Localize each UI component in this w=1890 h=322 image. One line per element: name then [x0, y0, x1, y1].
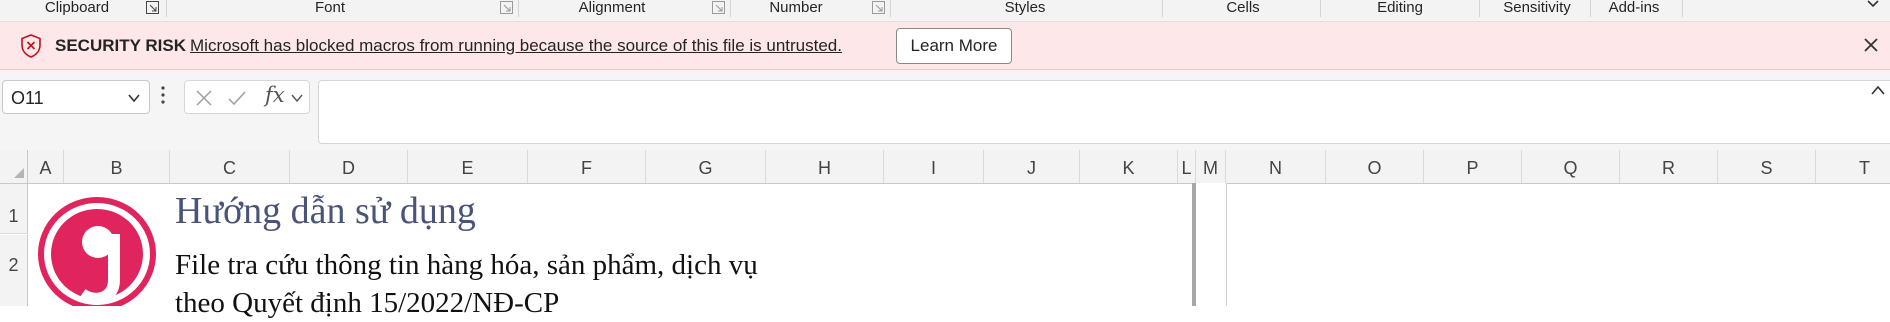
- name-box-value: O11: [11, 88, 44, 108]
- column-header-q[interactable]: Q: [1522, 150, 1620, 183]
- ribbon-collapse-chevron-icon[interactable]: [1866, 0, 1880, 10]
- column-header-t[interactable]: T: [1816, 150, 1890, 183]
- formula-input[interactable]: [318, 80, 1890, 144]
- chevron-up-icon[interactable]: [1870, 84, 1886, 98]
- subtitle-line-1: File tra cứu thông tin hàng hóa, sản phẩ…: [175, 249, 758, 281]
- checkmark-icon[interactable]: [227, 89, 247, 107]
- column-header-r[interactable]: R: [1620, 150, 1718, 183]
- subtitle-line-2: theo Quyết định 15/2022/NĐ-CP: [175, 287, 560, 319]
- select-all-button[interactable]: [0, 150, 28, 183]
- ribbon-group-font: Font: [314, 0, 345, 16]
- ribbon-separator: [1682, 0, 1683, 17]
- column-header-g[interactable]: G: [646, 150, 766, 183]
- close-icon[interactable]: [1862, 36, 1880, 54]
- ribbon-group-alignment: Alignment: [578, 0, 646, 16]
- name-box[interactable]: O11: [2, 80, 150, 114]
- ribbon-separator: [730, 0, 731, 17]
- row-header-2[interactable]: 2: [0, 235, 28, 306]
- security-warning-bar: SECURITY RISK Microsoft has blocked macr…: [0, 22, 1890, 70]
- brand-logo: [38, 197, 156, 306]
- column-header-e[interactable]: E: [408, 150, 528, 183]
- column-header-p[interactable]: P: [1424, 150, 1522, 183]
- column-header-o[interactable]: O: [1326, 150, 1424, 183]
- formula-bar: O11 fx: [0, 70, 1890, 150]
- ribbon-separator: [1479, 0, 1480, 17]
- column-header-c[interactable]: C: [170, 150, 290, 183]
- ribbon-group-styles: Styles: [1004, 0, 1046, 16]
- column-header-m[interactable]: M: [1196, 150, 1226, 183]
- chevron-down-icon[interactable]: [291, 92, 303, 104]
- alignment-dialog-launcher-icon[interactable]: [712, 1, 725, 14]
- cancel-icon[interactable]: [195, 89, 213, 107]
- chevron-down-icon[interactable]: [127, 91, 141, 105]
- sheet-title: Hướng dẫn sử dụng: [175, 190, 476, 232]
- ribbon-separator: [1590, 0, 1591, 17]
- column-header-l[interactable]: L: [1178, 150, 1196, 183]
- ribbon-group-cells: Cells: [1226, 0, 1260, 16]
- column-header-d[interactable]: D: [290, 150, 408, 183]
- sheet-subtitle: File tra cứu thông tin hàng hóa, sản phẩ…: [175, 246, 758, 322]
- number-dialog-launcher-icon[interactable]: [872, 1, 885, 14]
- row-header-1[interactable]: 1: [0, 184, 28, 234]
- ribbon-separator: [518, 0, 519, 17]
- insert-function-button[interactable]: fx: [265, 83, 285, 107]
- ribbon-separator: [1162, 0, 1163, 17]
- ribbon-group-labels: Clipboard Font Alignment Number Styles C…: [0, 0, 1890, 22]
- column-header-j[interactable]: J: [984, 150, 1080, 183]
- worksheet-grid: A B C D E F G H I J K L M N O P Q R S T …: [0, 150, 1890, 319]
- learn-more-button[interactable]: Learn More: [896, 28, 1012, 64]
- ribbon-group-number: Number: [769, 0, 823, 16]
- gridline: [1226, 183, 1227, 306]
- font-dialog-launcher-icon[interactable]: [500, 1, 513, 14]
- column-header-n[interactable]: N: [1226, 150, 1326, 183]
- column-header-f[interactable]: F: [528, 150, 646, 183]
- ribbon-group-sensitivity: Sensitivity: [1503, 0, 1571, 16]
- column-header-b[interactable]: B: [64, 150, 170, 183]
- ribbon-group-clipboard: Clipboard: [44, 0, 110, 16]
- freeze-pane-gap: [1196, 183, 1226, 306]
- column-header-s[interactable]: S: [1718, 150, 1816, 183]
- column-header-k[interactable]: K: [1080, 150, 1178, 183]
- more-options-icon[interactable]: [160, 84, 166, 106]
- security-risk-title: SECURITY RISK: [55, 36, 186, 55]
- shield-warning-icon: [21, 34, 41, 58]
- ribbon-separator: [890, 0, 891, 17]
- column-header-a[interactable]: A: [28, 150, 64, 183]
- formula-actions: fx: [184, 80, 310, 114]
- ribbon-separator: [166, 0, 167, 17]
- column-header-row: A B C D E F G H I J K L M N O P Q R S T: [0, 150, 1890, 184]
- clipboard-dialog-launcher-icon[interactable]: [146, 1, 159, 14]
- ribbon-separator: [1320, 0, 1321, 17]
- column-header-h[interactable]: H: [766, 150, 884, 183]
- ribbon-group-add-ins: Add-ins: [1608, 0, 1660, 16]
- ribbon-group-editing: Editing: [1377, 0, 1423, 16]
- column-header-i[interactable]: I: [884, 150, 984, 183]
- security-message-link[interactable]: Microsoft has blocked macros from runnin…: [190, 36, 842, 56]
